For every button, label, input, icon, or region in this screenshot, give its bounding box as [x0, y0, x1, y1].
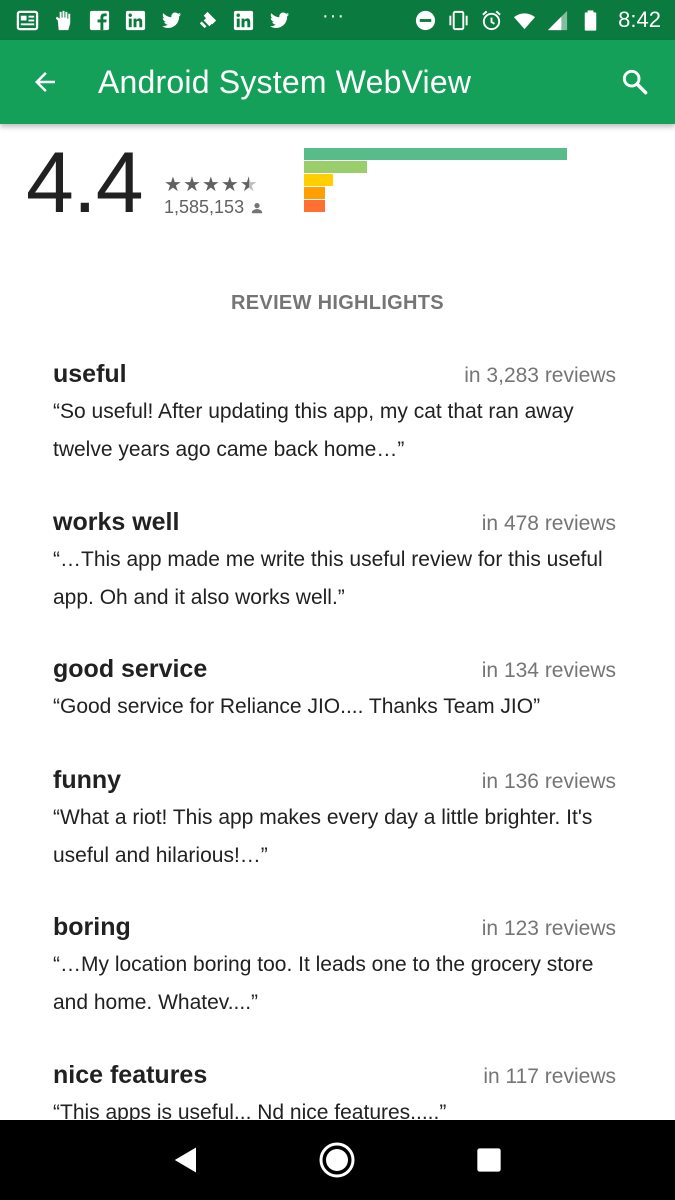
wifi-icon	[513, 9, 536, 32]
rating-count-row: 1,585,153	[164, 197, 264, 218]
nav-home-button[interactable]	[307, 1130, 367, 1190]
highlight-review-count: in 123 reviews	[481, 917, 616, 940]
square-recents-icon	[477, 1148, 501, 1172]
screen: ··· 8:42 Android System WebView 4.4 ★ ★ …	[0, 0, 675, 1200]
home-circle-icon	[319, 1142, 355, 1178]
hand-icon	[52, 9, 75, 32]
half-star-icon: ★	[239, 174, 258, 196]
status-bar: ··· 8:42	[0, 0, 675, 40]
highlight-quote: “…My location boring too. It leads one t…	[53, 953, 594, 1014]
highlight-quote: “What a riot! This app makes every day a…	[53, 806, 593, 867]
twitter-icon	[160, 9, 183, 32]
nav-back-button[interactable]	[156, 1130, 216, 1190]
highlight-item[interactable]: boring in 123 reviews “…My location bori…	[53, 913, 616, 1022]
back-button[interactable]	[0, 40, 90, 124]
highlight-keyword: good service	[53, 655, 208, 683]
highlight-keyword: funny	[53, 766, 122, 794]
news-icon	[16, 9, 39, 32]
highlight-item[interactable]: works well in 478 reviews “…This app mad…	[53, 508, 616, 617]
rating-bar-4-star	[304, 161, 367, 173]
highlight-quote: “So useful! After updating this app, my …	[53, 400, 574, 461]
rating-bar-2-star	[304, 187, 325, 199]
alarm-icon	[480, 9, 503, 32]
linkedin-icon	[124, 9, 147, 32]
highlight-item[interactable]: useful in 3,283 reviews “So useful! Afte…	[53, 360, 616, 469]
triangle-back-icon	[174, 1147, 196, 1173]
average-rating: 4.4	[26, 135, 144, 231]
section-title: REVIEW HIGHLIGHTS	[231, 292, 444, 314]
rating-count: 1,585,153	[164, 197, 245, 217]
highlight-keyword: useful	[53, 360, 127, 388]
cell-signal-icon	[546, 9, 569, 32]
highlight-review-count: in 478 reviews	[481, 512, 616, 535]
star-icon: ★	[220, 174, 239, 196]
highlight-keyword: works well	[53, 508, 180, 536]
notification-icons: ···	[16, 5, 345, 32]
highlight-review-count: in 117 reviews	[483, 1065, 616, 1088]
more-notifications-icon: ···	[322, 5, 345, 27]
rating-bar-5-star	[304, 148, 567, 160]
highlight-keyword: boring	[53, 913, 131, 941]
star-icon: ★	[201, 174, 220, 196]
nav-recents-button[interactable]	[459, 1130, 519, 1190]
highlight-quote: “…This app made me write this useful rev…	[53, 548, 603, 609]
highlight-review-count: in 3,283 reviews	[464, 364, 616, 387]
search-button[interactable]	[595, 40, 675, 124]
system-icons: 8:42	[414, 7, 661, 33]
star-icon: ★	[182, 174, 201, 196]
highlight-keyword: nice features	[53, 1061, 208, 1089]
facebook-icon	[88, 9, 111, 32]
highlight-item[interactable]: good service in 134 reviews “Good servic…	[53, 655, 616, 726]
person-icon	[250, 201, 264, 215]
navigation-bar	[0, 1120, 675, 1200]
app-bar: Android System WebView	[0, 40, 675, 124]
twitter-icon-2	[268, 9, 291, 32]
rating-summary: 4.4 ★ ★ ★ ★ ★ 1,585,153	[0, 124, 675, 244]
highlight-review-count: in 134 reviews	[481, 659, 616, 682]
search-icon	[622, 69, 648, 95]
page-title: Android System WebView	[98, 63, 472, 100]
vibrate-icon	[447, 9, 470, 32]
highlight-item[interactable]: funny in 136 reviews “What a riot! This …	[53, 766, 616, 875]
star-icon: ★	[164, 174, 182, 196]
do-not-disturb-icon	[414, 9, 437, 32]
rating-bar-1-star	[304, 200, 325, 212]
rating-bar-3-star	[304, 174, 333, 186]
highlight-review-count: in 136 reviews	[481, 770, 616, 793]
clock: 8:42	[618, 7, 661, 32]
star-rating: ★ ★ ★ ★ ★	[164, 175, 258, 195]
battery-icon	[579, 9, 602, 32]
linkedin-icon-2	[232, 9, 255, 32]
rating-distribution	[304, 148, 574, 213]
highlight-quote: “Good service for Reliance JIO.... Thank…	[53, 695, 541, 718]
feedly-icon	[196, 9, 219, 32]
back-arrow-icon	[35, 72, 55, 92]
